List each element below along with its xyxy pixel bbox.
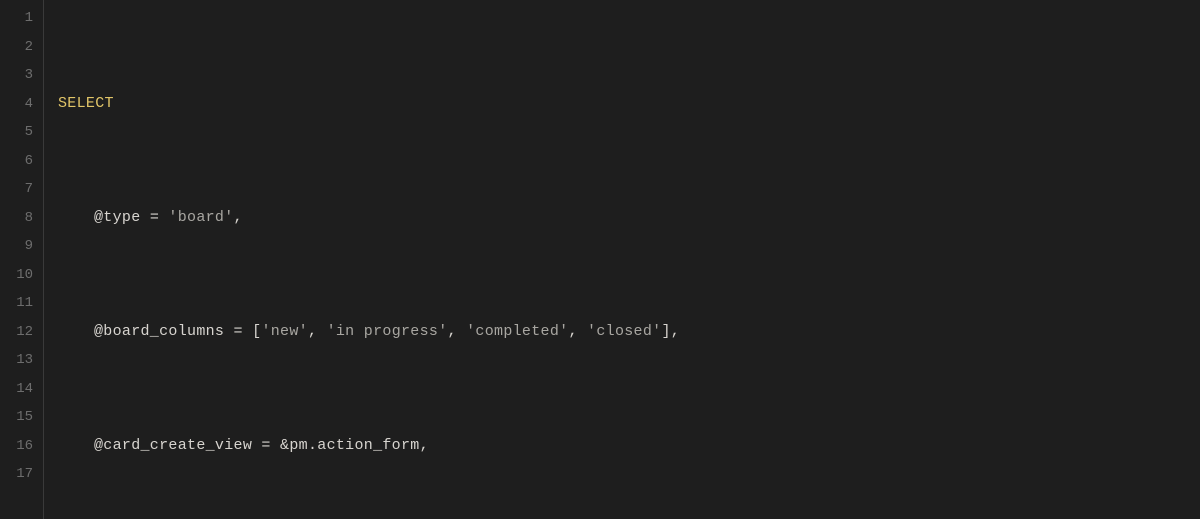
variable: @board_columns: [94, 323, 224, 340]
line-number: 15: [0, 403, 33, 432]
line-number: 9: [0, 232, 33, 261]
line-number: 6: [0, 147, 33, 176]
line-number: 10: [0, 261, 33, 290]
line-number: 8: [0, 204, 33, 233]
code-line: SELECT: [58, 90, 1200, 119]
line-number-gutter: 1 2 3 4 5 6 7 8 9 10 11 12 13 14 15 16 1…: [0, 0, 44, 519]
line-number: 2: [0, 33, 33, 62]
variable: @type: [94, 209, 141, 226]
string: 'board': [168, 209, 233, 226]
line-number: 1: [0, 4, 33, 33]
code-editor: 1 2 3 4 5 6 7 8 9 10 11 12 13 14 15 16 1…: [0, 0, 1200, 519]
line-number: 3: [0, 61, 33, 90]
line-number: 4: [0, 90, 33, 119]
line-number: 17: [0, 460, 33, 489]
keyword-select: SELECT: [58, 95, 114, 112]
line-number: 12: [0, 318, 33, 347]
line-number: 14: [0, 375, 33, 404]
line-number: 5: [0, 118, 33, 147]
line-number: 7: [0, 175, 33, 204]
code-line: @type = 'board',: [58, 204, 1200, 233]
line-number: 13: [0, 346, 33, 375]
code-line: @card_create_view = &pm.action_form,: [58, 432, 1200, 461]
code-line: @board_columns = ['new', 'in progress', …: [58, 318, 1200, 347]
variable: @card_create_view: [94, 437, 252, 454]
code-area[interactable]: SELECT @type = 'board', @board_columns =…: [44, 0, 1200, 519]
line-number: 11: [0, 289, 33, 318]
line-number: 16: [0, 432, 33, 461]
